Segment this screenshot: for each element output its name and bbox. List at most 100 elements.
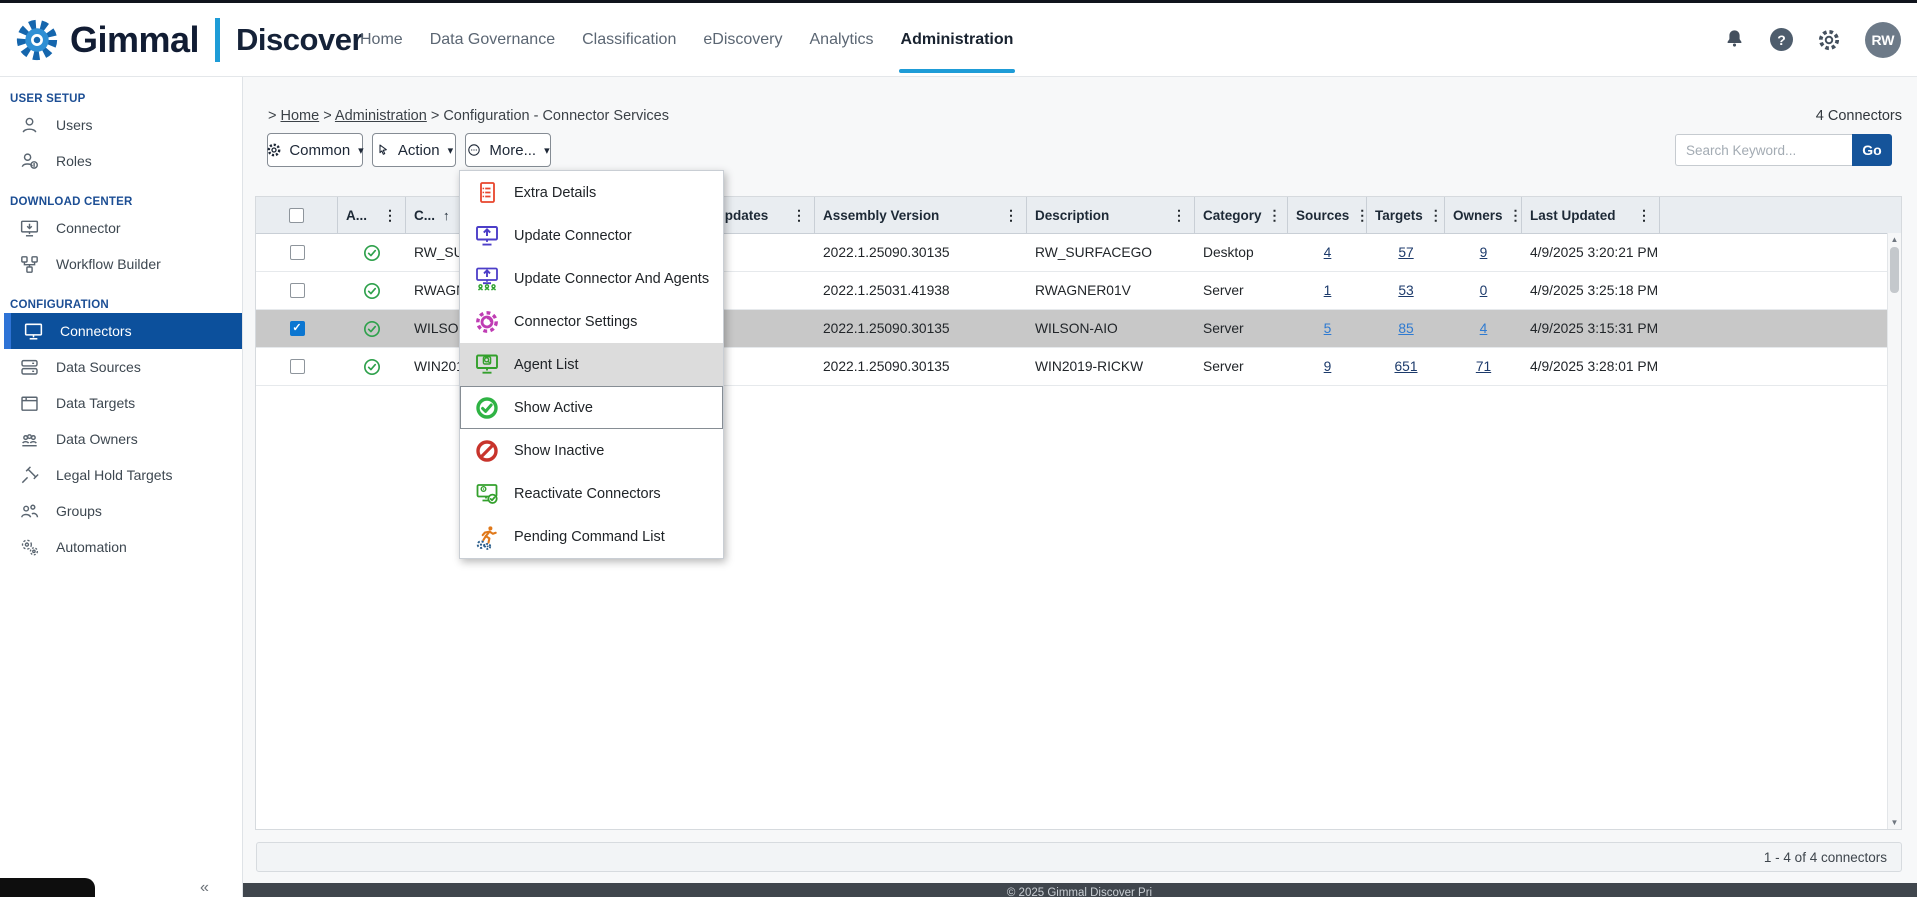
description-cell: WILSON-AIO: [1027, 310, 1195, 347]
column-menu-icon[interactable]: ⋮: [1503, 207, 1522, 224]
column-menu-icon[interactable]: ⋮: [998, 207, 1018, 224]
action-button-label: Action: [398, 142, 440, 159]
column-menu-icon[interactable]: ⋮: [786, 207, 806, 224]
sidebar-item-roles[interactable]: Roles: [0, 143, 242, 179]
owners-link[interactable]: 0: [1480, 283, 1488, 298]
action-button[interactable]: Action ▾: [372, 133, 456, 167]
settings-gear-icon[interactable]: [1816, 27, 1842, 53]
scroll-down-icon[interactable]: ▼: [1888, 816, 1901, 829]
nav-item-data-governance[interactable]: Data Governance: [430, 3, 555, 76]
nav-item-classification[interactable]: Classification: [582, 3, 676, 76]
sidebar-section-download-center: DOWNLOAD CENTER: [10, 196, 242, 208]
menu-item-label: Pending Command List: [514, 529, 665, 545]
nav-label: Classification: [582, 31, 676, 49]
breadcrumb-link-home[interactable]: Home: [281, 108, 320, 124]
targets-link[interactable]: 651: [1394, 359, 1417, 374]
header-select-all[interactable]: ✓: [256, 197, 338, 233]
sidebar-item-users[interactable]: Users: [0, 107, 242, 143]
header-active[interactable]: A...⋮: [338, 197, 406, 233]
menu-item-label: Extra Details: [514, 185, 596, 201]
owners-link[interactable]: 9: [1480, 245, 1488, 260]
workflow-builder-icon: [18, 253, 41, 276]
sidebar-item-groups[interactable]: Groups: [0, 493, 242, 529]
column-menu-icon[interactable]: ⋮: [1423, 207, 1443, 224]
column-label: Targets: [1375, 208, 1423, 223]
owners-link[interactable]: 4: [1480, 321, 1488, 336]
bottom-left-widget[interactable]: [0, 878, 95, 897]
breadcrumb-separator: >: [431, 108, 439, 124]
nav-item-analytics[interactable]: Analytics: [810, 3, 874, 76]
row-checkbox[interactable]: ✓: [290, 245, 305, 260]
targets-link[interactable]: 53: [1398, 283, 1413, 298]
menu-item-show-inactive[interactable]: Show Inactive: [460, 429, 723, 472]
sidebar-item-data-owners[interactable]: Data Owners: [0, 421, 242, 457]
sidebar-item-data-sources[interactable]: Data Sources: [0, 349, 242, 385]
column-label: C...: [414, 208, 435, 223]
menu-item-show-active[interactable]: Show Active: [460, 386, 723, 429]
column-menu-icon[interactable]: ⋮: [1631, 207, 1651, 224]
targets-link[interactable]: 85: [1398, 321, 1413, 336]
notifications-bell-icon[interactable]: [1722, 27, 1747, 52]
sources-link[interactable]: 9: [1324, 359, 1332, 374]
menu-item-connector-settings[interactable]: Connector Settings: [460, 300, 723, 343]
header-sources[interactable]: Sources⋮: [1288, 197, 1367, 233]
row-filler: [1660, 272, 1901, 309]
header-owners[interactable]: Owners⋮: [1445, 197, 1522, 233]
sources-link[interactable]: 4: [1324, 245, 1332, 260]
nav-item-home[interactable]: Home: [360, 3, 403, 76]
data-sources-icon: [18, 356, 41, 379]
brand-product: Discover: [236, 22, 363, 58]
header-last-updated[interactable]: Last Updated⋮: [1522, 197, 1660, 233]
sidebar-item-label: Data Sources: [56, 359, 141, 375]
column-menu-icon[interactable]: ⋮: [377, 207, 397, 224]
sidebar-item-data-targets[interactable]: Data Targets: [0, 385, 242, 421]
more-button[interactable]: More... ▾: [465, 133, 551, 167]
help-icon[interactable]: ?: [1770, 28, 1793, 51]
menu-item-extra-details[interactable]: Extra Details: [460, 171, 723, 214]
sidebar-item-connectors[interactable]: Connectors: [4, 313, 242, 349]
user-avatar[interactable]: RW: [1865, 22, 1901, 58]
sidebar-item-connector[interactable]: Connector: [0, 210, 242, 246]
common-button-label: Common: [289, 142, 350, 159]
page-footer: © 2025 Gimmal Discover Pri: [242, 883, 1917, 897]
breadcrumb-link-administration[interactable]: Administration: [335, 108, 427, 124]
targets-link[interactable]: 57: [1398, 245, 1413, 260]
row-checkbox[interactable]: ✓: [290, 321, 305, 336]
sources-link[interactable]: 1: [1324, 283, 1332, 298]
owners-link[interactable]: 71: [1476, 359, 1491, 374]
update-connector-agents-icon: [473, 265, 501, 293]
header-description[interactable]: Description⋮: [1027, 197, 1195, 233]
active-check-icon: [362, 243, 382, 263]
select-all-checkbox[interactable]: ✓: [289, 208, 304, 223]
nav-item-administration[interactable]: Administration: [901, 3, 1014, 76]
sidebar-item-automation[interactable]: Automation: [0, 529, 242, 565]
sidebar-collapse-icon[interactable]: «: [200, 879, 209, 897]
header-targets[interactable]: Targets⋮: [1367, 197, 1445, 233]
sidebar-item-workflow-builder[interactable]: Workflow Builder: [0, 246, 242, 282]
menu-item-update-connector-and-agents[interactable]: Update Connector And Agents: [460, 257, 723, 300]
common-button[interactable]: Common ▾: [267, 133, 363, 167]
row-checkbox[interactable]: ✓: [290, 283, 305, 298]
nav-item-ediscovery[interactable]: eDiscovery: [703, 3, 782, 76]
sources-link[interactable]: 5: [1324, 321, 1332, 336]
vertical-scrollbar[interactable]: ▲ ▼: [1887, 233, 1901, 829]
menu-item-update-connector[interactable]: Update Connector: [460, 214, 723, 257]
menu-item-reactivate-connectors[interactable]: Reactivate Connectors: [460, 472, 723, 515]
go-button[interactable]: Go: [1852, 134, 1892, 166]
scroll-up-icon[interactable]: ▲: [1888, 233, 1901, 246]
row-checkbox[interactable]: ✓: [290, 359, 305, 374]
description-cell: RW_SURFACEGO: [1027, 234, 1195, 271]
header-assembly-version[interactable]: Assembly Version⋮: [815, 197, 1027, 233]
search-input[interactable]: [1675, 134, 1852, 166]
sources-cell: 9: [1288, 348, 1367, 385]
column-menu-icon[interactable]: ⋮: [1349, 207, 1367, 224]
sidebar-item-label: Data Owners: [56, 431, 138, 447]
header-category[interactable]: Category⋮: [1195, 197, 1288, 233]
menu-item-pending-command-list[interactable]: Pending Command List: [460, 515, 723, 558]
targets-cell: 651: [1367, 348, 1445, 385]
sidebar-item-legal-hold-targets[interactable]: Legal Hold Targets: [0, 457, 242, 493]
menu-item-agent-list[interactable]: Agent List: [460, 343, 723, 386]
column-menu-icon[interactable]: ⋮: [1166, 207, 1186, 224]
scrollbar-thumb[interactable]: [1890, 247, 1899, 293]
column-menu-icon[interactable]: ⋮: [1262, 207, 1282, 224]
